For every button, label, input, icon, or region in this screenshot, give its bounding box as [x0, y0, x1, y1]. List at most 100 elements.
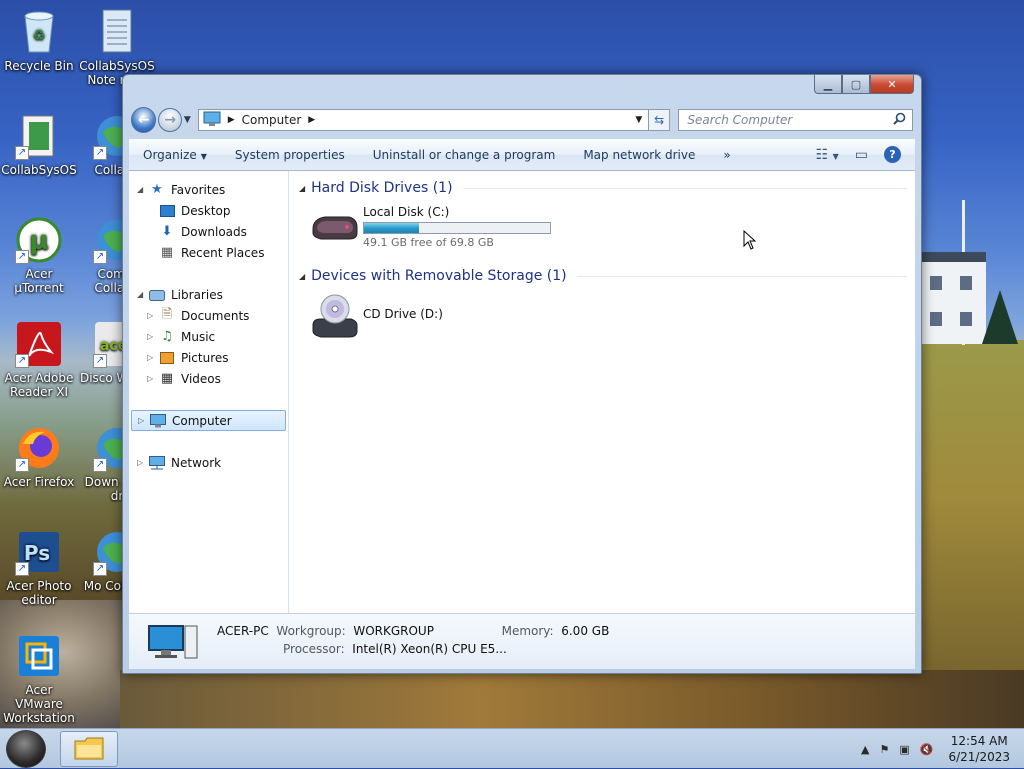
computer-name: ACER-PC — [217, 624, 269, 638]
photoshop-icon: Ps ↗ — [15, 528, 63, 576]
preview-pane-button[interactable]: ▭ — [855, 147, 868, 163]
desktop-icon-utorrent[interactable]: µ ↗ Acer µTorrent — [0, 216, 78, 295]
nav-network[interactable]: ▷ Network — [129, 452, 288, 473]
refresh-button[interactable]: ⇆ — [648, 109, 671, 131]
search-input[interactable] — [685, 112, 894, 128]
maximize-button[interactable]: ▢ — [842, 75, 870, 94]
expand-arrow-icon[interactable]: ▷ — [147, 353, 157, 362]
desktop-icon-label: Acer VMware Workstation — [3, 683, 75, 725]
desktop-icon-recycle-bin[interactable]: ♻ Recycle Bin — [0, 8, 78, 73]
collapse-arrow-icon[interactable]: ◢ — [137, 185, 147, 194]
map-network-drive-button[interactable]: Map network drive — [569, 148, 709, 162]
group-divider — [462, 187, 907, 189]
explorer-window: ▁ ▢ ✕ ← → ▼ ▶ Computer ▶ ▼ ⇆ Organize▼ S… — [122, 74, 922, 674]
taskbar: ▲ ⚑ ▣ 🔇 12:54 AM 6/21/2023 — [0, 728, 1024, 768]
nav-pictures[interactable]: ▷ Pictures — [129, 347, 288, 368]
computer-icon — [203, 111, 221, 130]
desktop-icon-label: Acer Photo editor — [6, 579, 72, 607]
details-pane: ACER-PC Workgroup: WORKGROUP Memory: 6.0… — [129, 613, 915, 669]
memory-label: Memory: — [501, 624, 554, 638]
videos-icon: ▦ — [160, 371, 174, 386]
forward-arrow-icon: → — [164, 112, 177, 128]
svg-text:♻: ♻ — [33, 28, 46, 44]
expand-arrow-icon[interactable]: ▷ — [147, 374, 157, 383]
show-hidden-icons-button[interactable]: ▲ — [861, 743, 869, 756]
change-view-button[interactable]: ☷ ▼ — [816, 147, 839, 163]
navigation-bar: ← → ▼ ▶ Computer ▶ ▼ ⇆ — [131, 107, 914, 133]
breadcrumb-separator-icon[interactable]: ▶ — [228, 115, 235, 125]
utorrent-icon: µ ↗ — [15, 216, 63, 264]
file-list: ◢ Hard Disk Drives (1) Local Disk (C:) 4… — [289, 171, 915, 613]
view-controls: ☷ ▼ ▭ ? — [808, 146, 915, 163]
nav-music[interactable]: ▷ ♫ Music — [129, 326, 288, 347]
desktop-icon-adobe-reader[interactable]: ↗ Acer Adobe Reader XI — [0, 320, 78, 399]
taskbar-explorer-button[interactable] — [60, 731, 118, 767]
back-button[interactable]: ← — [131, 107, 157, 133]
breadcrumb-separator-icon[interactable]: ▶ — [308, 115, 315, 125]
desktop-icon-firefox[interactable]: ↗ Acer Firefox — [0, 424, 78, 489]
nav-favorites[interactable]: ◢ ★ Favorites — [129, 179, 288, 200]
chevron-down-icon: ▼ — [832, 151, 839, 161]
collapse-arrow-icon: ◢ — [299, 183, 306, 193]
notepad-icon — [93, 8, 141, 56]
start-button[interactable] — [6, 730, 46, 768]
clock[interactable]: 12:54 AM 6/21/2023 — [948, 733, 1010, 765]
volume-muted-icon[interactable]: 🔇 — [920, 743, 934, 756]
expand-arrow-icon[interactable]: ▷ — [147, 311, 157, 320]
svg-text:µ: µ — [29, 226, 48, 256]
view-list-icon: ☷ — [815, 146, 829, 163]
nav-desktop[interactable]: Desktop — [129, 200, 288, 221]
download-arrow-icon: ⬇ — [161, 224, 173, 239]
mouse-cursor-icon — [743, 229, 757, 253]
drive-local-disk-c[interactable]: Local Disk (C:) 49.1 GB free of 69.8 GB — [299, 199, 907, 259]
collapse-arrow-icon[interactable]: ◢ — [137, 290, 147, 299]
hard-drive-icon — [309, 205, 359, 245]
expand-arrow-icon[interactable]: ▷ — [147, 332, 157, 341]
network-tray-icon[interactable]: ▣ — [899, 743, 909, 756]
drive-cd-d[interactable]: CD Drive (D:) — [299, 287, 907, 347]
forward-button[interactable]: → — [158, 108, 182, 132]
nav-documents[interactable]: ▷ 🗎 Documents — [129, 305, 288, 326]
collabsysos-icon: ↗ — [15, 112, 63, 160]
disk-usage-fill — [364, 223, 420, 233]
expand-arrow-icon[interactable]: ▷ — [137, 458, 147, 467]
nav-downloads[interactable]: ⬇ Downloads — [129, 221, 288, 242]
collapse-arrow-icon: ◢ — [299, 271, 306, 281]
action-center-flag-icon[interactable]: ⚑ — [879, 743, 889, 756]
system-properties-button[interactable]: System properties — [221, 148, 359, 162]
recent-pages-button[interactable]: ▼ — [184, 115, 194, 125]
expand-arrow-icon[interactable]: ▷ — [138, 416, 148, 425]
desktop-icon-photo-editor[interactable]: Ps ↗ Acer Photo editor — [0, 528, 78, 607]
desktop-icon-collabsysos[interactable]: ↗ CollabSysOS — [0, 112, 78, 177]
minimize-button[interactable]: ▁ — [814, 75, 842, 94]
help-button[interactable]: ? — [884, 146, 901, 163]
disk-usage-bar — [363, 222, 551, 234]
nav-recent-places[interactable]: ▦ Recent Places — [129, 242, 288, 263]
search-box[interactable] — [678, 109, 914, 131]
library-icon — [149, 287, 165, 303]
firefox-icon: ↗ — [15, 424, 63, 472]
group-header-removable-storage[interactable]: ◢ Devices with Removable Storage (1) — [299, 265, 907, 287]
command-bar: Organize ▼ System properties Uninstall or… — [129, 139, 915, 171]
group-header-hard-disk-drives[interactable]: ◢ Hard Disk Drives (1) — [299, 177, 907, 199]
music-icon: ♫ — [161, 329, 173, 344]
nav-libraries[interactable]: ◢ Libraries — [129, 284, 288, 305]
uninstall-program-button[interactable]: Uninstall or change a program — [359, 148, 570, 162]
search-icon[interactable] — [893, 112, 906, 128]
more-commands-button[interactable]: » — [709, 148, 744, 162]
chevron-down-icon: ▼ — [200, 151, 207, 161]
recycle-bin-icon: ♻ — [15, 8, 63, 56]
wallpaper-tree — [982, 290, 1018, 344]
breadcrumb-computer[interactable]: Computer — [242, 113, 302, 127]
close-button[interactable]: ✕ — [870, 75, 914, 94]
memory-value: 6.00 GB — [561, 624, 610, 638]
documents-icon: 🗎 — [161, 306, 173, 322]
address-bar[interactable]: ▶ Computer ▶ ▼ — [197, 109, 649, 131]
organize-button[interactable]: Organize ▼ — [129, 148, 221, 162]
nav-computer[interactable]: ▷ Computer — [131, 410, 286, 431]
explorer-content: ◢ ★ Favorites Desktop ⬇ Downloads ▦ Rece… — [129, 171, 915, 613]
desktop-icon-vmware[interactable]: Acer VMware Workstation — [0, 632, 78, 725]
address-dropdown-icon[interactable]: ▼ — [630, 115, 648, 125]
pictures-icon — [159, 350, 175, 366]
nav-videos[interactable]: ▷ ▦ Videos — [129, 368, 288, 389]
